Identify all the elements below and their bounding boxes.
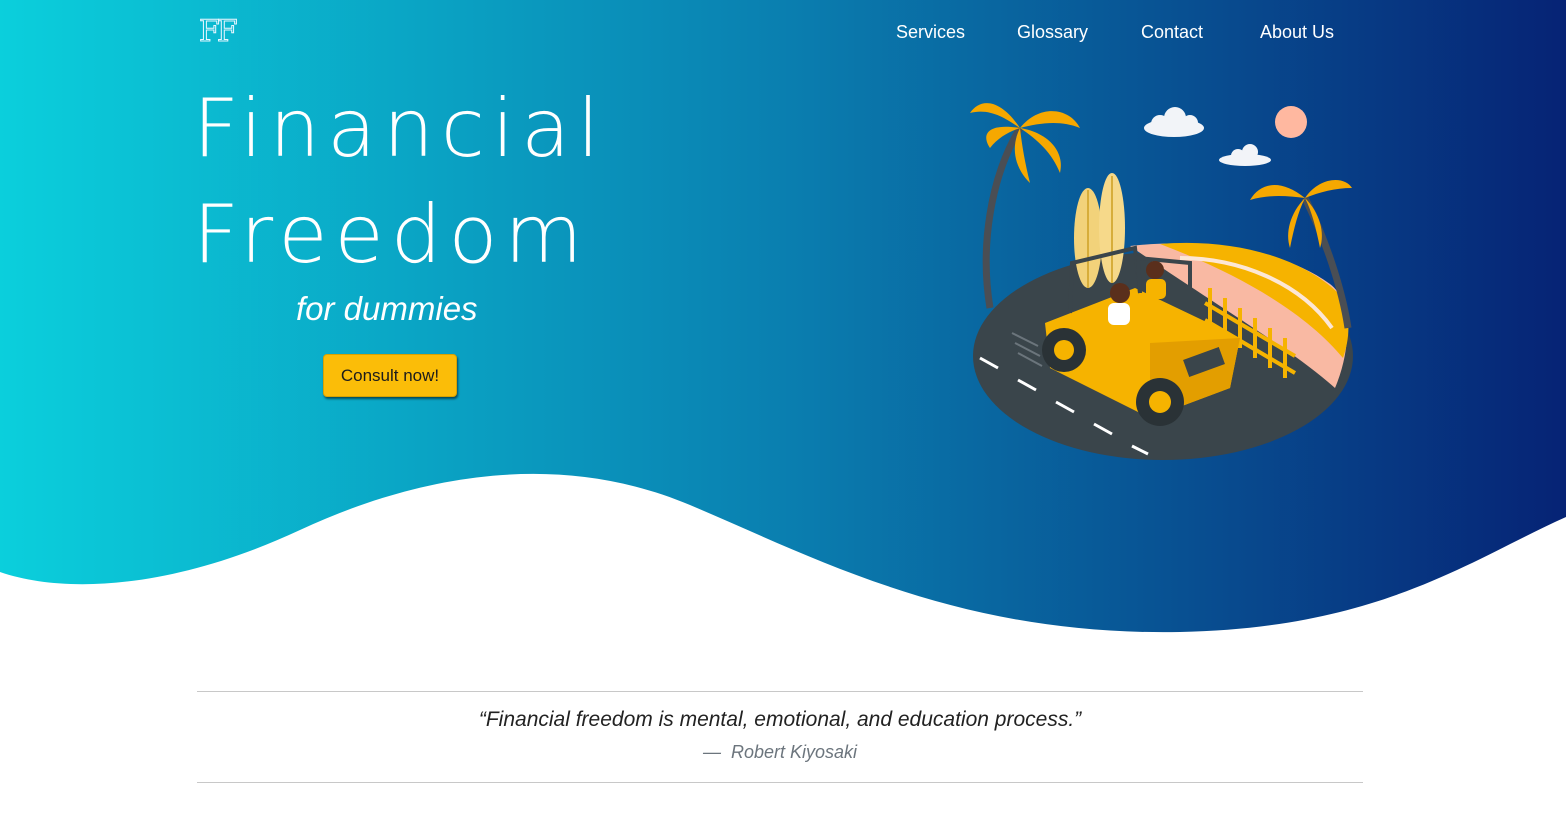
hero-title: Financial Freedom xyxy=(193,76,606,288)
hero-subtitle: for dummies xyxy=(296,290,478,327)
brand-logo[interactable]: FF xyxy=(199,14,239,50)
landing-page: FF Services Glossary Contact About Us Fi… xyxy=(0,0,1566,821)
quote-author-name: Robert Kiyosaki xyxy=(730,742,858,762)
consult-now-button[interactable]: Consult now! xyxy=(323,354,457,397)
beach-jeep-illustration-icon xyxy=(970,103,1353,460)
hero-title-line-2: Freedom xyxy=(193,188,590,281)
hero-title-line-1: Financial xyxy=(193,82,607,175)
nav-link-contact[interactable]: Contact xyxy=(1141,22,1203,43)
quote-text: “Financial freedom is mental, emotional,… xyxy=(478,708,1082,731)
nav-link-services[interactable]: Services xyxy=(896,22,965,43)
quote-author-dash: — xyxy=(702,742,721,762)
quote-divider-bottom xyxy=(197,782,1363,783)
quote-divider-top xyxy=(197,691,1363,692)
nav-link-about-us[interactable]: About Us xyxy=(1260,22,1334,43)
nav-link-glossary[interactable]: Glossary xyxy=(1017,22,1088,43)
quote-author: — Robert Kiyosaki xyxy=(197,742,1363,763)
